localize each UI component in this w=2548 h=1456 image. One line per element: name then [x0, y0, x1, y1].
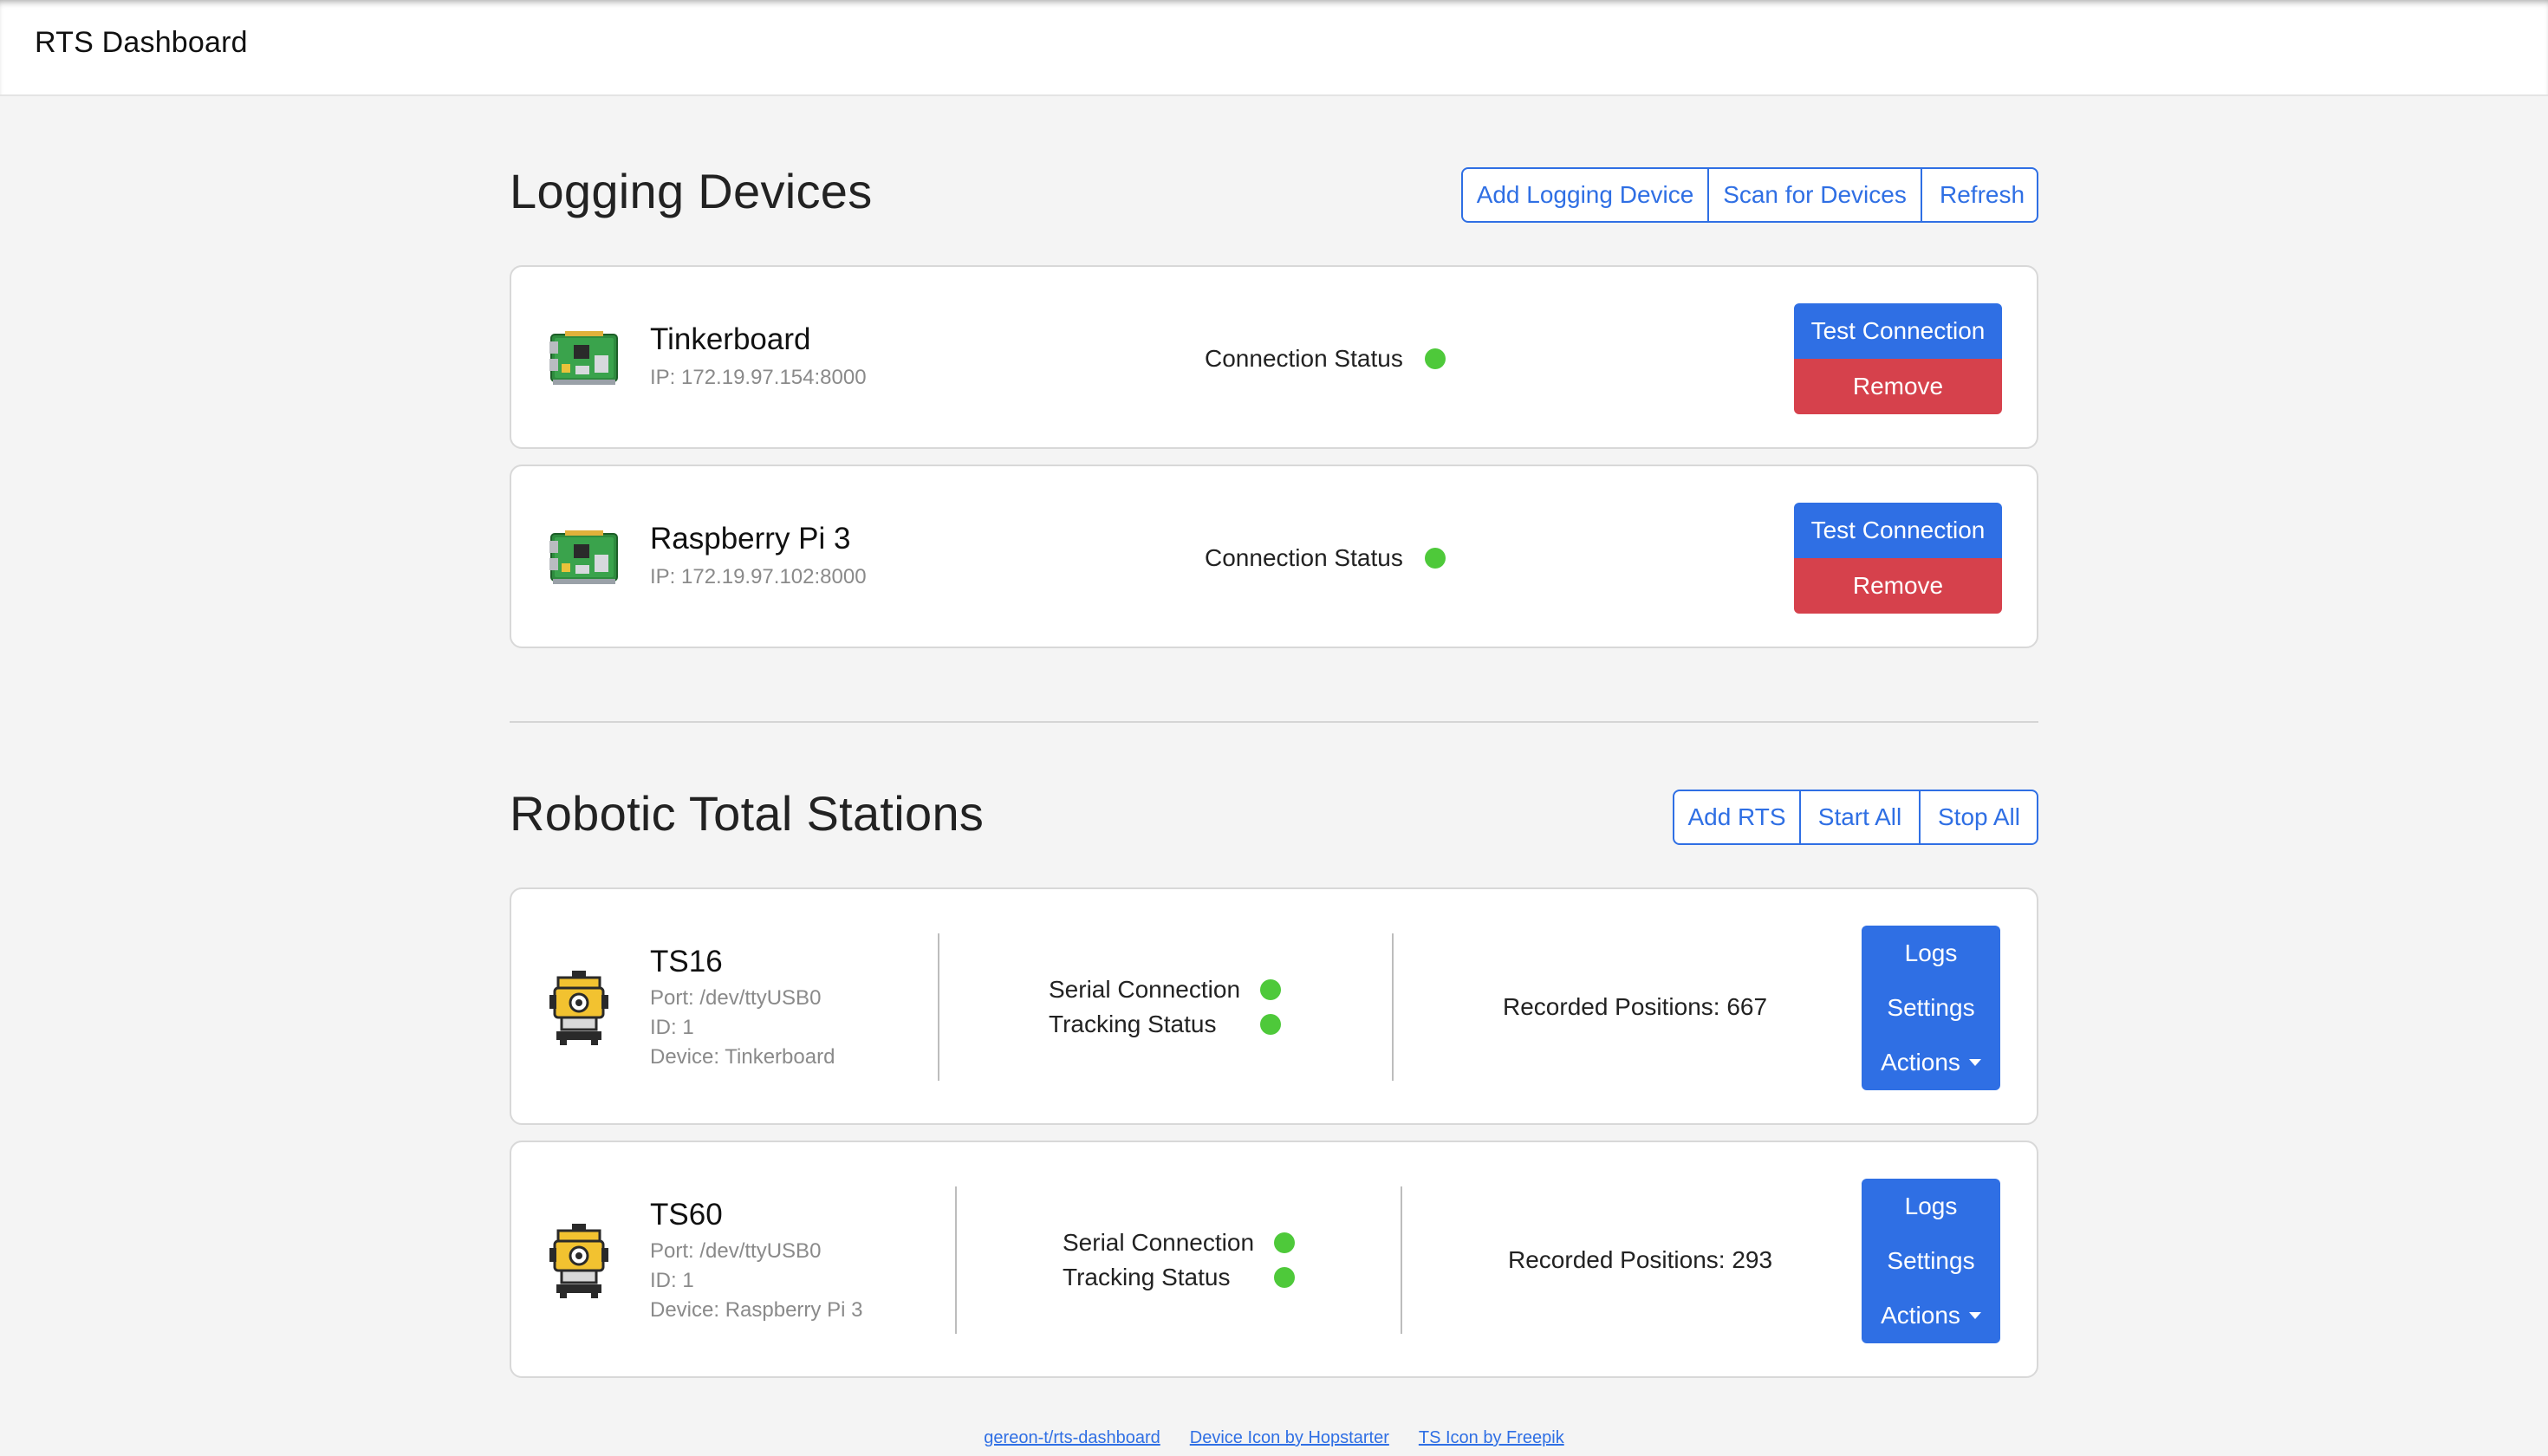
- repo-link[interactable]: gereon-t/rts-dashboard: [984, 1428, 1160, 1448]
- rts-port: Port: /dev/ttyUSB0: [650, 1239, 822, 1263]
- logs-button[interactable]: Logs: [1862, 926, 2000, 980]
- actions-dropdown-button[interactable]: Actions: [1862, 1036, 2000, 1090]
- tracking-status-label: Tracking Status: [1049, 1011, 1217, 1037]
- tracking-status-indicator: [1260, 1014, 1281, 1035]
- device-name: Tinkerboard: [650, 322, 811, 356]
- refresh-button[interactable]: Refresh: [1922, 169, 2037, 221]
- settings-button[interactable]: Settings: [1862, 1233, 2000, 1288]
- column-separator: [938, 933, 939, 1081]
- rts-device: Device: Tinkerboard: [650, 1045, 835, 1069]
- caret-down-icon: [1968, 1059, 1981, 1067]
- circuit-board-icon: [549, 530, 618, 584]
- start-all-button[interactable]: Start All: [1801, 791, 1921, 843]
- connection-status-label: Connection Status: [1205, 544, 1403, 571]
- ts-icon-credit-link[interactable]: TS Icon by Freepik: [1419, 1428, 1564, 1448]
- rts-title: Robotic Total Stations: [510, 786, 985, 841]
- serial-connection-indicator: [1260, 979, 1281, 1000]
- logging-device-card: Tinkerboard IP: 172.19.97.154:8000 Conne…: [510, 265, 2038, 449]
- actions-dropdown-button[interactable]: Actions: [1862, 1289, 2000, 1343]
- add-rts-button[interactable]: Add RTS: [1674, 791, 1801, 843]
- serial-connection-label: Serial Connection: [1063, 1229, 1255, 1256]
- tracking-status-indicator: [1274, 1267, 1295, 1288]
- rts-button-stack: Logs Settings Actions: [1862, 926, 2000, 1090]
- device-ip: IP: 172.19.97.102:8000: [650, 565, 867, 588]
- stop-all-button[interactable]: Stop All: [1921, 791, 2037, 843]
- add-logging-device-button[interactable]: Add Logging Device: [1463, 169, 1709, 221]
- device-name: Raspberry Pi 3: [650, 522, 851, 556]
- logs-button[interactable]: Logs: [1862, 1179, 2000, 1233]
- rts-name: TS16: [650, 945, 723, 978]
- recorded-positions: Recorded Positions: 667: [1503, 993, 1768, 1020]
- actions-label: Actions: [1881, 1049, 1960, 1076]
- rts-card: TS60 Port: /dev/ttyUSB0 ID: 1 Device: Ra…: [510, 1141, 2038, 1378]
- rts-device: Device: Raspberry Pi 3: [650, 1298, 863, 1322]
- actions-label: Actions: [1881, 1302, 1960, 1329]
- test-connection-button[interactable]: Test Connection: [1794, 503, 2002, 558]
- connection-status-indicator: [1425, 548, 1446, 569]
- footer: gereon-t/rts-dashboard Device Icon by Ho…: [0, 1428, 2548, 1448]
- tracking-status-label: Tracking Status: [1063, 1264, 1231, 1290]
- connection-status-label: Connection Status: [1205, 345, 1403, 372]
- rts-id: ID: 1: [650, 1016, 694, 1039]
- scan-devices-button[interactable]: Scan for Devices: [1709, 169, 1922, 221]
- logging-actions-group: Add Logging Device Scan for Devices Refr…: [1461, 167, 2038, 223]
- remove-button[interactable]: Remove: [1794, 558, 2002, 614]
- app-title[interactable]: RTS Dashboard: [35, 26, 248, 60]
- settings-label: Settings: [1887, 993, 1975, 1021]
- caret-down-icon: [1968, 1312, 1981, 1320]
- total-station-icon: [549, 1224, 608, 1298]
- logs-label: Logs: [1904, 1192, 1958, 1219]
- column-separator: [1392, 933, 1394, 1081]
- settings-label: Settings: [1887, 1246, 1975, 1274]
- circuit-board-icon: [549, 331, 618, 385]
- test-connection-button[interactable]: Test Connection: [1794, 303, 2002, 359]
- column-separator: [1401, 1186, 1402, 1334]
- rts-actions-group: Add RTS Start All Stop All: [1673, 790, 2038, 845]
- logging-device-card: Raspberry Pi 3 IP: 172.19.97.102:8000 Co…: [510, 465, 2038, 648]
- device-ip: IP: 172.19.97.154:8000: [650, 366, 867, 389]
- remove-button[interactable]: Remove: [1794, 359, 2002, 414]
- settings-button[interactable]: Settings: [1862, 980, 2000, 1035]
- rts-button-stack: Logs Settings Actions: [1862, 1179, 2000, 1343]
- rts-card: TS16 Port: /dev/ttyUSB0 ID: 1 Device: Ti…: [510, 887, 2038, 1125]
- serial-connection-indicator: [1274, 1232, 1295, 1253]
- total-station-icon: [549, 971, 608, 1045]
- rts-port: Port: /dev/ttyUSB0: [650, 986, 822, 1010]
- section-divider: [510, 721, 2038, 723]
- navbar: RTS Dashboard: [0, 0, 2548, 96]
- rts-id: ID: 1: [650, 1269, 694, 1292]
- logs-label: Logs: [1904, 939, 1958, 966]
- recorded-positions: Recorded Positions: 293: [1508, 1246, 1773, 1273]
- rts-name: TS60: [650, 1198, 723, 1232]
- column-separator: [955, 1186, 957, 1334]
- device-icon-credit-link[interactable]: Device Icon by Hopstarter: [1190, 1428, 1389, 1448]
- connection-status-indicator: [1425, 348, 1446, 369]
- serial-connection-label: Serial Connection: [1049, 976, 1241, 1003]
- logging-devices-title: Logging Devices: [510, 164, 873, 218]
